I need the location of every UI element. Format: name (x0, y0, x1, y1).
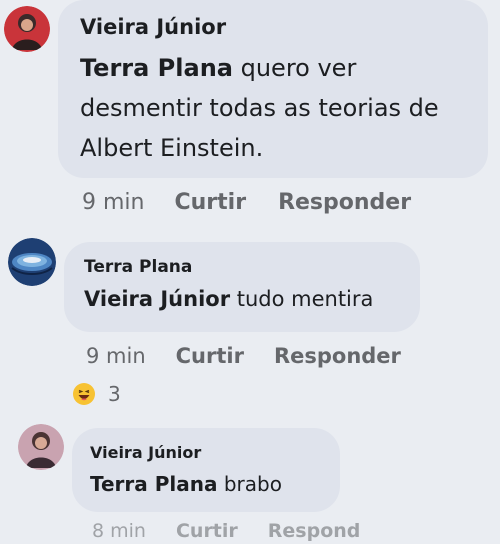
haha-emoji-icon (73, 383, 95, 405)
comment-author[interactable]: Vieira Júnior (80, 14, 468, 40)
comment-actions: 8 min Curtir Respond (92, 520, 360, 542)
reply-button[interactable]: Respond (268, 520, 361, 542)
mention-link[interactable]: Vieira Júnior (84, 287, 230, 311)
comment-actions: 9 min Curtir Responder (82, 190, 411, 215)
avatar[interactable] (18, 424, 64, 470)
mention-link[interactable]: Terra Plana (80, 54, 233, 82)
avatar[interactable] (4, 6, 50, 52)
comment-message: tudo mentira (230, 287, 374, 311)
comment-bubble: Terra Plana Vieira Júnior tudo mentira (64, 242, 420, 332)
mention-link[interactable]: Terra Plana (90, 472, 217, 496)
comment-text: Terra Plana brabo (90, 470, 324, 498)
comment-author[interactable]: Vieira Júnior (90, 442, 324, 464)
avatar[interactable] (8, 238, 56, 286)
comment-text: Terra Plana quero ver desmentir todas as… (80, 48, 468, 168)
comment-timestamp[interactable]: 8 min (92, 520, 146, 542)
profile-photo-icon (4, 6, 50, 52)
reaction-count: 3 (108, 382, 121, 406)
comment-bubble: Vieira Júnior Terra Plana quero ver desm… (58, 0, 488, 178)
comment-timestamp[interactable]: 9 min (82, 190, 144, 215)
globe-icon (8, 238, 56, 286)
reply-button[interactable]: Responder (278, 190, 411, 215)
comment-bubble: Vieira Júnior Terra Plana brabo (72, 428, 340, 512)
comment-message: brabo (217, 472, 282, 496)
like-button[interactable]: Curtir (174, 190, 246, 215)
reply-button[interactable]: Responder (274, 344, 401, 368)
comment-timestamp[interactable]: 9 min (86, 344, 146, 368)
comment-author[interactable]: Terra Plana (84, 256, 400, 278)
profile-photo-icon (18, 424, 64, 470)
comment-text: Vieira Júnior tudo mentira (84, 284, 400, 314)
like-button[interactable]: Curtir (176, 344, 244, 368)
like-button[interactable]: Curtir (176, 520, 238, 542)
reaction-summary[interactable]: 3 (72, 382, 121, 406)
comment-actions: 9 min Curtir Responder (86, 344, 401, 368)
